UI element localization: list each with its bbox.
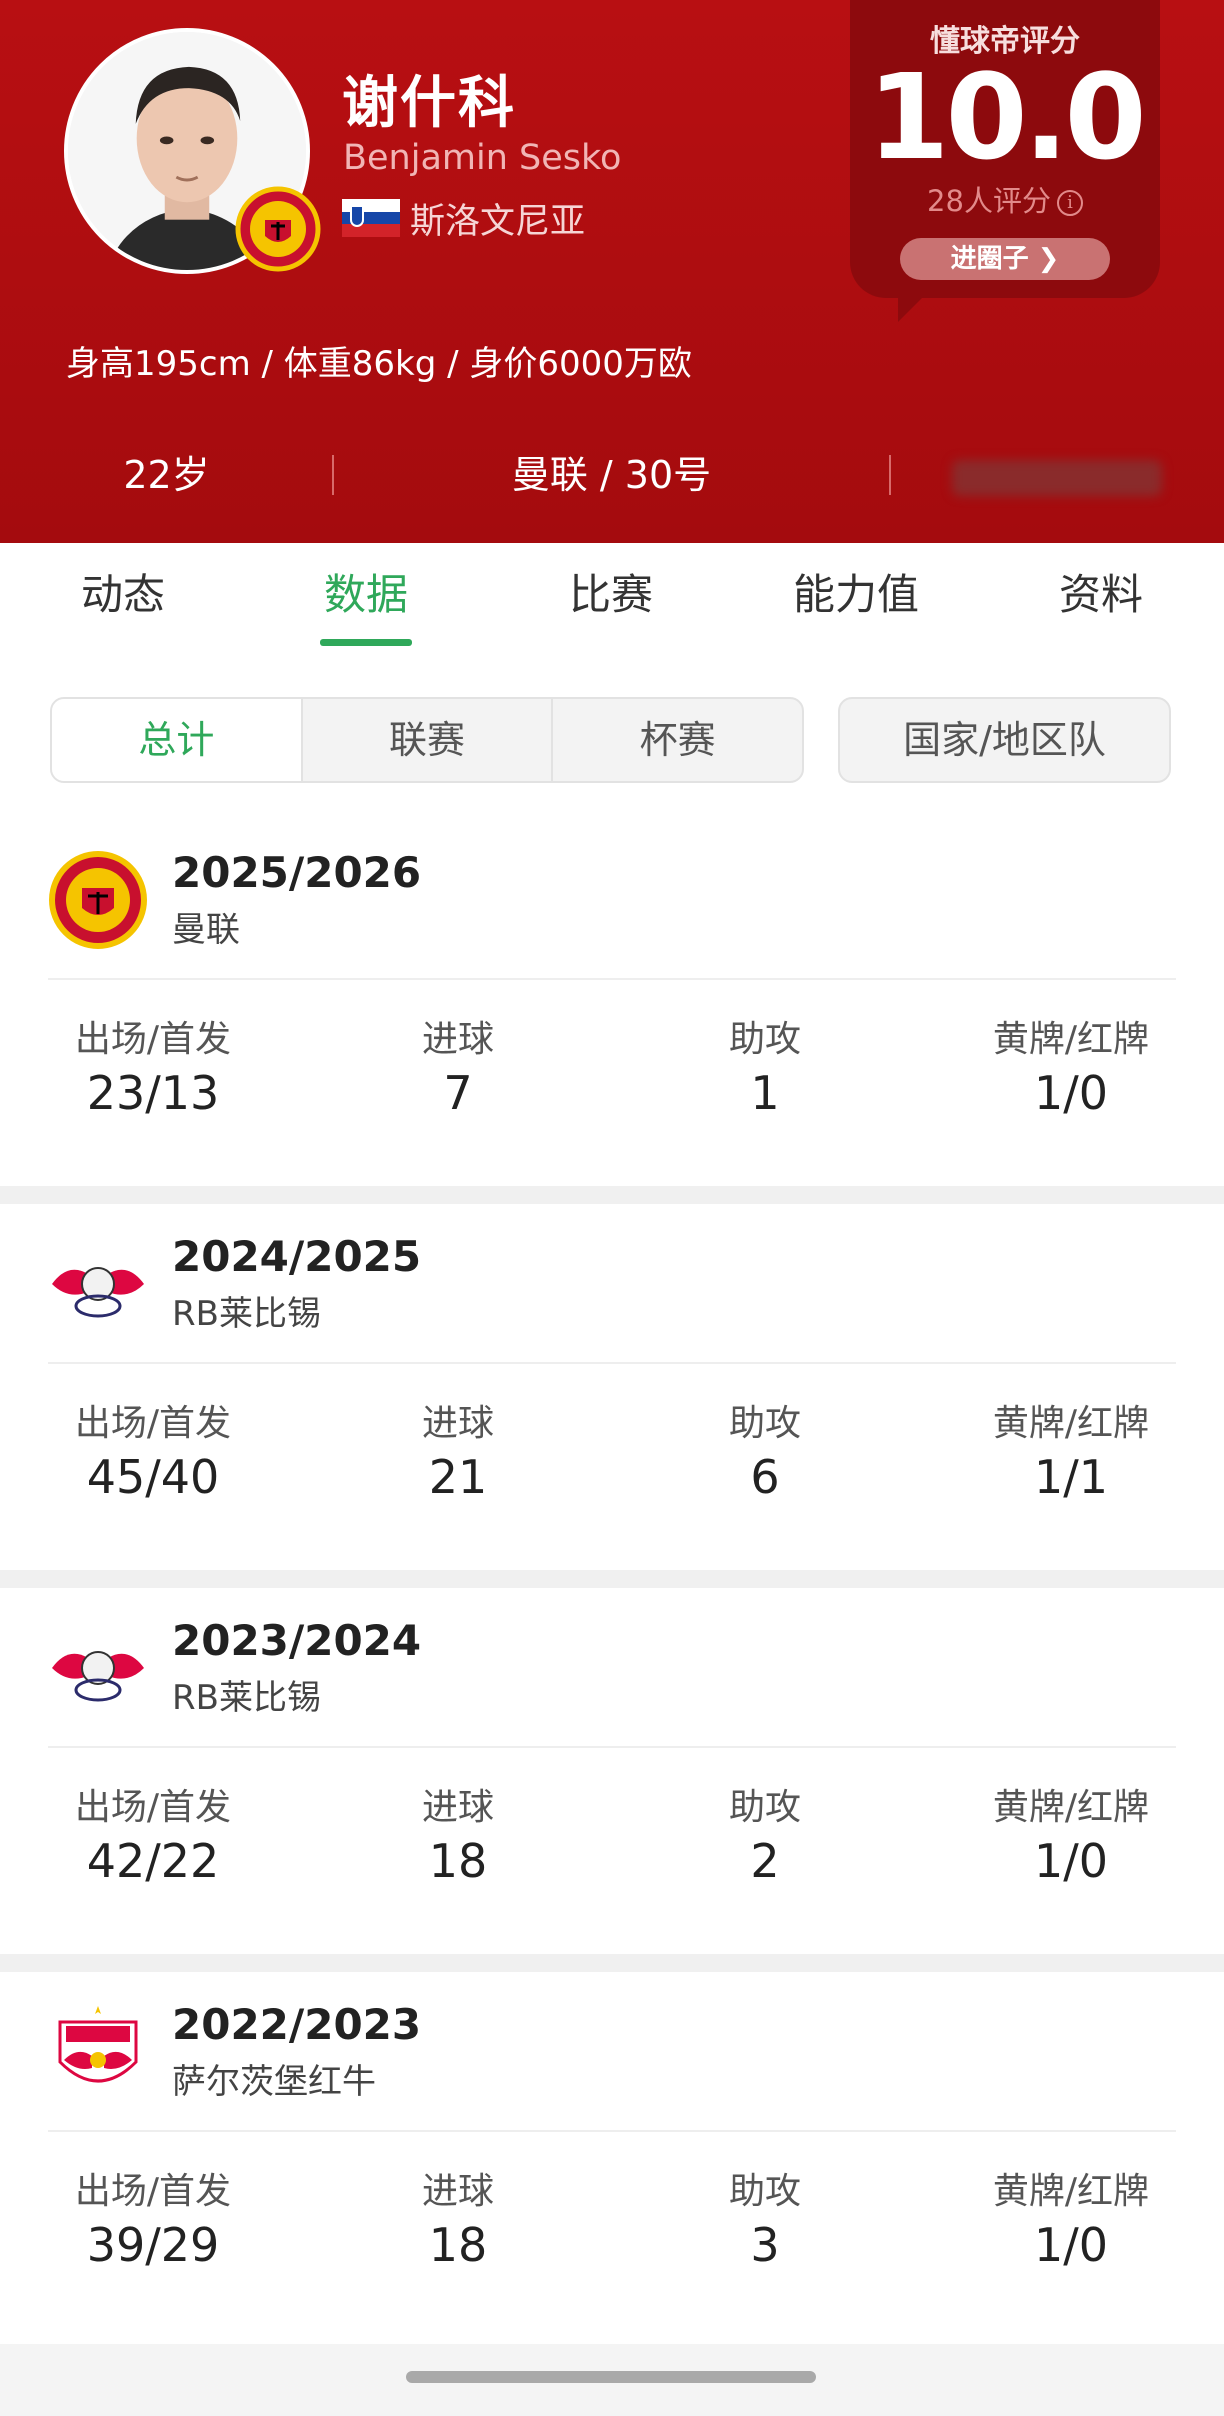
active-tab-indicator (320, 639, 412, 646)
value-goals: 7 (443, 1066, 473, 1120)
season-club: 萨尔茨堡红牛 (172, 2062, 376, 2102)
divider (48, 2130, 1176, 2132)
tab-abilities[interactable]: 能力值 (760, 561, 952, 622)
value-goals: 18 (428, 1834, 488, 1888)
rating-score: 10.0 (867, 48, 1146, 186)
blurred-info (890, 435, 1224, 515)
season-year: 2022/2023 (172, 2000, 422, 2049)
nationality-name: 斯洛文尼亚 (410, 201, 586, 242)
tab-news[interactable]: 动态 (40, 561, 206, 622)
section-gap (0, 1186, 1224, 1204)
tab-matches[interactable]: 比赛 (528, 561, 694, 622)
value-appearances: 23/13 (86, 1066, 220, 1120)
player-age: 22岁 (123, 453, 210, 497)
man-utd-badge-icon (235, 186, 321, 272)
value-assists: 1 (750, 1066, 780, 1120)
divider (48, 1746, 1176, 1748)
season-card[interactable]: 2022/2023 萨尔茨堡红牛 出场/首发 进球 助攻 黄牌/红牌 39/29… (0, 1972, 1224, 2342)
join-circle-button[interactable]: 进圈子 ❯ (900, 238, 1110, 280)
rating-count-text: 28人评分 (927, 184, 1051, 218)
rb-leipzig-crest-icon (52, 1651, 144, 1702)
divider (48, 1362, 1176, 1364)
body-stats: 身高195cm / 体重86kg / 身价6000万欧 (66, 344, 692, 384)
label-goals: 进球 (421, 1019, 494, 1060)
value-appearances: 39/29 (86, 2218, 220, 2272)
label-appearances: 出场/首发 (74, 1787, 232, 1828)
season-year: 2023/2024 (172, 1616, 422, 1665)
tab-data[interactable]: 数据 (283, 561, 449, 622)
filter-national-team[interactable]: 国家/地区队 (838, 697, 1171, 783)
label-cards: 黄牌/红牌 (992, 1019, 1150, 1060)
slovenia-flag-icon (342, 199, 400, 238)
player-name: 谢什科 (342, 71, 516, 136)
value-appearances: 45/40 (86, 1450, 220, 1504)
label-cards: 黄牌/红牌 (992, 1787, 1150, 1828)
tab-profile[interactable]: 资料 (1018, 561, 1184, 622)
divider (48, 978, 1176, 980)
home-indicator[interactable] (406, 2371, 816, 2383)
label-appearances: 出场/首发 (74, 2171, 232, 2212)
value-goals: 18 (428, 2218, 488, 2272)
season-card[interactable]: 2024/2025 RB莱比锡 出场/首发 进球 助攻 黄牌/红牌 45/40 … (0, 1204, 1224, 1574)
season-card[interactable]: 2023/2024 RB莱比锡 出场/首发 进球 助攻 黄牌/红牌 42/22 … (0, 1588, 1224, 1958)
rating-card[interactable]: 懂球帝评分 10.0 28人评分 i 进圈子 ❯ (850, 0, 1160, 322)
player-name-english: Benjamin Sesko (343, 138, 622, 178)
player-header: 谢什科 Benjamin Sesko 斯洛文尼亚 懂球帝评分 10.0 28人评… (0, 0, 1224, 543)
rb-salzburg-crest-icon (58, 2006, 138, 2083)
man-utd-crest-icon (49, 851, 147, 949)
tab-bar: 动态 数据 比赛 能力值 资料 (0, 543, 1224, 653)
value-cards: 1/1 (1033, 1450, 1109, 1504)
filter-cup[interactable]: 杯赛 (553, 699, 802, 781)
section-gap (0, 1570, 1224, 1588)
value-cards: 1/0 (1033, 2218, 1109, 2272)
value-assists: 2 (750, 1834, 780, 1888)
label-cards: 黄牌/红牌 (992, 1403, 1150, 1444)
label-assists: 助攻 (728, 1787, 801, 1828)
label-appearances: 出场/首发 (74, 1403, 232, 1444)
rb-leipzig-crest-icon (52, 1267, 144, 1318)
filter-total[interactable]: 总计 (52, 699, 303, 781)
label-cards: 黄牌/红牌 (992, 2171, 1150, 2212)
value-goals: 21 (428, 1450, 488, 1504)
label-assists: 助攻 (728, 1019, 801, 1060)
section-gap (0, 1954, 1224, 1972)
label-assists: 助攻 (728, 2171, 801, 2212)
value-cards: 1/0 (1033, 1066, 1109, 1120)
label-assists: 助攻 (728, 1403, 801, 1444)
season-club: RB莱比锡 (172, 1294, 321, 1334)
club-and-number: 曼联 / 30号 (511, 453, 712, 497)
season-year: 2024/2025 (172, 1232, 422, 1281)
value-assists: 3 (750, 2218, 780, 2272)
competition-filter: 总计 联赛 杯赛 (50, 697, 804, 783)
label-goals: 进球 (421, 1787, 494, 1828)
label-goals: 进球 (421, 1403, 494, 1444)
label-appearances: 出场/首发 (74, 1019, 232, 1060)
season-club: RB莱比锡 (172, 1678, 321, 1718)
season-year: 2025/2026 (172, 848, 422, 897)
nationality: 斯洛文尼亚 (342, 196, 585, 242)
label-goals: 进球 (421, 2171, 494, 2212)
filter-league[interactable]: 联赛 (303, 699, 554, 781)
season-club: 曼联 (172, 910, 240, 950)
value-appearances: 42/22 (86, 1834, 220, 1888)
summary-row: 22岁 曼联 / 30号 (0, 435, 1224, 515)
season-card[interactable]: 2025/2026 曼联 出场/首发 进球 助攻 黄牌/红牌 23/13 7 1… (0, 820, 1224, 1190)
value-assists: 6 (750, 1450, 780, 1504)
info-icon[interactable]: i (1056, 190, 1083, 216)
value-cards: 1/0 (1033, 1834, 1109, 1888)
rating-count: 28人评分 i (850, 178, 1160, 220)
